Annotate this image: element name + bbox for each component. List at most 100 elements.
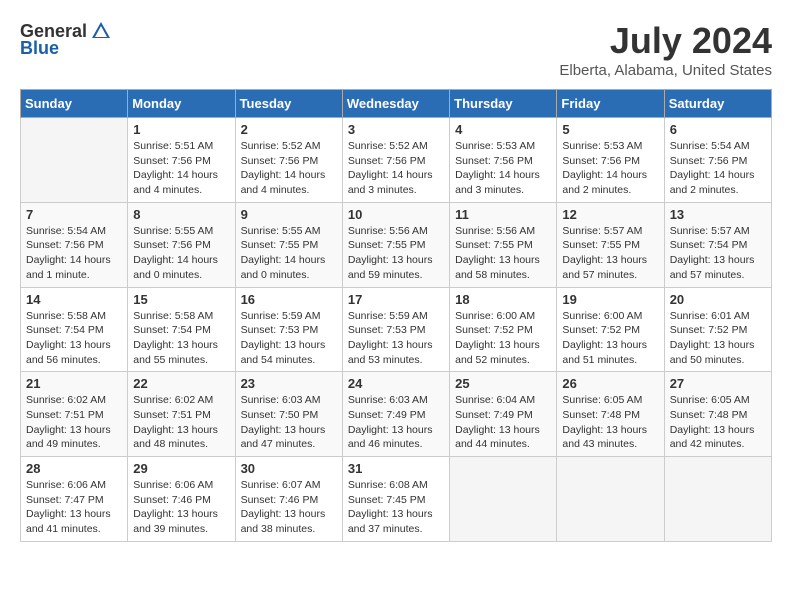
- month-title: July 2024: [559, 20, 772, 62]
- day-info: Sunrise: 5:53 AM Sunset: 7:56 PM Daylight:…: [455, 139, 551, 198]
- day-info-line: Sunset: 7:46 PM: [241, 494, 319, 506]
- calendar-header-row: SundayMondayTuesdayWednesdayThursdayFrid…: [21, 90, 772, 118]
- day-info-line: Sunset: 7:56 PM: [133, 155, 211, 167]
- day-info-line: Sunrise: 6:04 AM: [455, 394, 535, 406]
- day-info-line: Sunrise: 6:05 AM: [670, 394, 750, 406]
- calendar-cell: 16 Sunrise: 5:59 AM Sunset: 7:53 PM Dayligh…: [235, 287, 342, 372]
- day-info-line: Sunset: 7:45 PM: [348, 494, 426, 506]
- day-info: Sunrise: 5:53 AMSunset: 7:56 PMDaylight:…: [562, 139, 658, 198]
- day-info-line: Daylight: 14 hours: [26, 254, 111, 266]
- day-info-line: Daylight: 13 hours: [241, 339, 326, 351]
- day-info-line: and 57 minutes.: [562, 269, 637, 281]
- day-info: Sunrise: 6:04 AMSunset: 7:49 PMDaylight:…: [455, 393, 551, 452]
- day-info-line: and 47 minutes.: [241, 438, 316, 450]
- day-number: 8: [133, 207, 229, 222]
- day-info-line: Sunset: 7:46 PM: [133, 494, 211, 506]
- calendar-cell: 11Sunrise: 5:56 AMSunset: 7:55 PMDayligh…: [450, 202, 557, 287]
- day-info-line: Sunset: 7:56 PM: [670, 155, 748, 167]
- day-info-line: Sunset: 7:56 PM: [455, 155, 533, 167]
- day-info-line: Sunrise: 6:00 AM: [455, 310, 535, 322]
- day-info-line: and 49 minutes.: [26, 438, 101, 450]
- day-number: 11: [455, 207, 551, 222]
- day-info-line: Sunset: 7:55 PM: [455, 239, 533, 251]
- day-info-line: and 50 minutes.: [670, 354, 745, 366]
- day-info-line: Sunset: 7:52 PM: [562, 324, 640, 336]
- day-info: Sunrise: 6:06 AMSunset: 7:46 PMDaylight:…: [133, 478, 229, 537]
- calendar-cell: 24Sunrise: 6:03 AMSunset: 7:49 PMDayligh…: [342, 372, 449, 457]
- day-number: 28: [26, 461, 122, 476]
- calendar-header-friday: Friday: [557, 90, 664, 118]
- day-number: 12: [562, 207, 658, 222]
- calendar-cell: 17Sunrise: 5:59 AMSunset: 7:53 PMDayligh…: [342, 287, 449, 372]
- day-info-line: and 4 minutes.: [133, 184, 202, 196]
- day-info-line: Sunrise: 6:06 AM: [26, 479, 106, 491]
- calendar-week-row: 7Sunrise: 5:54 AMSunset: 7:56 PMDaylight…: [21, 202, 772, 287]
- calendar-header-monday: Monday: [128, 90, 235, 118]
- day-number: 18: [455, 292, 551, 307]
- day-info-line: Daylight: 13 hours: [348, 424, 433, 436]
- day-info-line: and 2 minutes.: [670, 184, 739, 196]
- day-info-line: Sunrise: 5:56 AM: [348, 225, 428, 237]
- day-number: 13: [670, 207, 766, 222]
- day-info-line: Sunrise: 5:59 AM: [241, 310, 321, 322]
- day-info-line: Daylight: 14 hours: [455, 169, 540, 181]
- day-info-line: and 41 minutes.: [26, 523, 101, 535]
- calendar-cell: 26Sunrise: 6:05 AMSunset: 7:48 PMDayligh…: [557, 372, 664, 457]
- calendar-week-row: 21Sunrise: 6:02 AMSunset: 7:51 PMDayligh…: [21, 372, 772, 457]
- calendar-cell: 15 Sunrise: 5:58 AMSunset: 7:54 PMDayligh…: [128, 287, 235, 372]
- day-info: Sunrise: 5:55 AMSunset: 7:55 PMDaylight:…: [241, 224, 337, 283]
- day-info-line: Sunset: 7:51 PM: [26, 409, 104, 421]
- calendar-cell: 6Sunrise: 5:54 AMSunset: 7:56 PMDaylight…: [664, 118, 771, 203]
- calendar-cell: 9Sunrise: 5:55 AMSunset: 7:55 PMDaylight…: [235, 202, 342, 287]
- day-info-line: and 55 minutes.: [133, 354, 208, 366]
- day-number: 5: [562, 122, 658, 137]
- title-area: July 2024 Elberta, Alabama, United State…: [559, 20, 772, 79]
- calendar-cell: 30Sunrise: 6:07 AMSunset: 7:46 PMDayligh…: [235, 457, 342, 542]
- page-header: General Blue July 2024 Elberta, Alabama,…: [20, 20, 772, 79]
- day-info: Sunrise: 5:51 AMSunset: 7:56 PMDaylight:…: [133, 139, 229, 198]
- day-info: Sunrise: 5:57 AMSunset: 7:54 PMDaylight:…: [670, 224, 766, 283]
- day-info: Sunrise: 5:58 AMSunset: 7:54 PMDaylight:…: [26, 309, 122, 368]
- day-info-line: Sunrise: 5:57 AM: [670, 225, 750, 237]
- calendar-cell: 25Sunrise: 6:04 AMSunset: 7:49 PMDayligh…: [450, 372, 557, 457]
- day-info-line: Sunset: 7:50 PM: [241, 409, 319, 421]
- day-info: Sunrise: 5:58 AMSunset: 7:54 PMDaylight:…: [133, 309, 229, 368]
- day-info-line: Sunset: 7:54 PM: [670, 239, 748, 251]
- day-info: Sunrise: 5:56 AMSunset: 7:55 PMDaylight:…: [348, 224, 444, 283]
- day-info-line: Daylight: 13 hours: [26, 424, 111, 436]
- day-info-line: Sunrise: 6:07 AM: [241, 479, 321, 491]
- day-info: Sunrise: 5:55 AMSunset: 7:56 PMDaylight:…: [133, 224, 229, 283]
- day-number: 16: [241, 292, 337, 307]
- day-info-line: Daylight: 13 hours: [133, 508, 218, 520]
- day-info-line: Daylight: 13 hours: [26, 339, 111, 351]
- day-info-line: Sunrise: 6:03 AM: [241, 394, 321, 406]
- calendar-cell: 2Sunrise: 5:52 AMSunset: 7:56 PMDaylight…: [235, 118, 342, 203]
- day-number: 26: [562, 376, 658, 391]
- day-info-line: and 52 minutes.: [455, 354, 530, 366]
- day-info-line: Sunset: 7:53 PM: [241, 324, 319, 336]
- day-number: 30: [241, 461, 337, 476]
- day-info-line: Sunset: 7:55 PM: [241, 239, 319, 251]
- day-number: 31: [348, 461, 444, 476]
- day-info-line: and 46 minutes.: [348, 438, 423, 450]
- day-info-line: Sunrise: 5:53 AM: [455, 140, 535, 152]
- day-info-line: and 57 minutes.: [670, 269, 745, 281]
- day-info: Sunrise: 6:06 AMSunset: 7:47 PMDaylight:…: [26, 478, 122, 537]
- day-info-line: Sunset: 7:52 PM: [670, 324, 748, 336]
- day-info-line: Daylight: 13 hours: [455, 424, 540, 436]
- day-info: Sunrise: 5:52 AMSunset: 7:56 PMDaylight:…: [348, 139, 444, 198]
- day-info-line: Sunset: 7:56 PM: [26, 239, 104, 251]
- day-number: 23: [241, 376, 337, 391]
- day-info-line: and 3 minutes.: [455, 184, 524, 196]
- calendar-cell: 28 Sunrise: 6:06 AMSunset: 7:47 PMDayligh…: [21, 457, 128, 542]
- day-number: 15: [133, 292, 229, 307]
- day-info: Sunrise: 5:57 AMSunset: 7:55 PMDaylight:…: [562, 224, 658, 283]
- calendar-cell: 29 Sunrise: 6:06 AMSunset: 7:46 PMDayligh…: [128, 457, 235, 542]
- day-info-line: and 38 minutes.: [241, 523, 316, 535]
- calendar-cell: [557, 457, 664, 542]
- day-info-line: Sunset: 7:55 PM: [348, 239, 426, 251]
- day-info-line: Sunrise: 5:58 AM: [133, 310, 213, 322]
- day-number: 29: [133, 461, 229, 476]
- day-info-line: and 43 minutes.: [562, 438, 637, 450]
- day-info-line: Sunset: 7:48 PM: [670, 409, 748, 421]
